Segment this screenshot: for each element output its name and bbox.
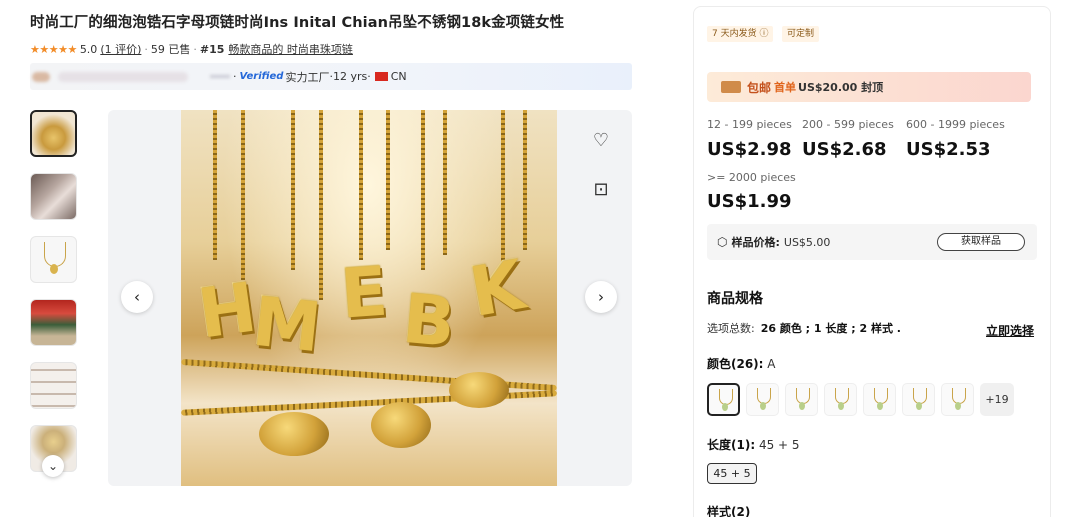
favorite-heart-icon[interactable]: ♡	[586, 125, 616, 155]
get-sample-button[interactable]: 获取样品	[937, 233, 1025, 251]
letter-pendant-k: K	[464, 246, 531, 333]
thumbnail-2[interactable]	[30, 173, 77, 220]
verified-badge: Verified	[239, 71, 284, 82]
meta-separator: ·	[367, 70, 371, 83]
tier-range: 600 - 1999 pieces	[906, 118, 1005, 131]
color-value: A	[767, 357, 776, 371]
supplier-type: 实力工厂	[285, 70, 330, 84]
rating-value: 5.0	[79, 42, 98, 56]
length-value: 45 + 5	[758, 438, 800, 452]
select-now-link[interactable]: 立即选择	[986, 322, 1034, 339]
necklace-chain	[291, 110, 295, 270]
color-attribute: 颜色(26): A	[707, 355, 776, 372]
necklace-chain	[443, 110, 447, 255]
color-swatch[interactable]	[707, 383, 740, 416]
promo-cap: US$20.00 封顶	[798, 81, 884, 94]
tier-range: 200 - 599 pieces	[802, 118, 894, 131]
necklace-chain	[386, 110, 390, 250]
meta-separator: ·	[233, 70, 237, 83]
options-total: 选项总数: 26 颜色 ; 1 长度 ; 2 样式 .	[707, 320, 901, 336]
thumbnail-4[interactable]	[30, 299, 77, 346]
rank-number: #15	[199, 42, 225, 56]
color-label: 颜色(26):	[707, 357, 764, 371]
meta-separator: ·	[193, 42, 197, 56]
free-shipping-label: 包邮	[747, 80, 772, 95]
shipping-promo-banner[interactable]: 包邮 首单 US$20.00 封顶	[707, 72, 1031, 102]
product-title: 时尚工厂的细泡泡锆石字母项链时尚Ins Inital Chian吊坠不锈钢18k…	[30, 15, 565, 31]
necklace-chain	[421, 110, 425, 270]
shipping-time-badge[interactable]: 7 天内发货 ⓘ	[707, 26, 774, 42]
cube-icon: ⬡	[717, 235, 728, 249]
thumbnail-3[interactable]	[30, 236, 77, 283]
length-attribute: 长度(1): 45 + 5	[707, 436, 800, 453]
style-label: 样式(2)	[707, 505, 751, 517]
tier-range: 12 - 199 pieces	[707, 118, 792, 131]
thumbnail-1[interactable]	[30, 110, 77, 157]
rank-link[interactable]: 畅款商品的 时尚串珠项链	[228, 41, 353, 57]
more-colors-button[interactable]: +19	[980, 383, 1014, 416]
meta-separator: ·	[144, 42, 148, 56]
supplier-years: 12 yrs	[332, 70, 368, 83]
necklace-chain	[319, 110, 323, 300]
prev-image-icon[interactable]: ‹	[121, 281, 153, 313]
color-swatch[interactable]	[902, 383, 935, 416]
supplier-logo	[32, 71, 50, 82]
necklace-chain	[213, 110, 217, 260]
sample-price-value: US$5.00	[783, 235, 831, 249]
customizable-badge: 可定制	[782, 26, 820, 42]
necklace-chain	[501, 110, 505, 265]
letter-pendant-e: E	[338, 252, 391, 335]
supplier-bar[interactable]: · Verified 实力工厂 · 12 yrs · CN	[30, 63, 632, 90]
china-flag-icon	[374, 72, 388, 81]
letter-pendant-m: M	[249, 282, 325, 369]
tier-price: US$1.99	[707, 191, 792, 212]
supplier-name-blurred	[210, 75, 230, 78]
sold-count: 59 已售	[150, 43, 191, 56]
necklace-chain	[523, 110, 527, 250]
rating-stars: ★★★★★	[30, 42, 77, 56]
image-search-icon[interactable]: ⊡	[586, 174, 616, 204]
thumbnails-scroll-down-icon[interactable]: ⌄	[42, 455, 64, 477]
letter-pendant-blurred	[371, 402, 431, 448]
color-swatch[interactable]	[863, 383, 896, 416]
tier-range: >= 2000 pieces	[707, 171, 796, 184]
options-value: 26 颜色 ; 1 长度 ; 2 样式 .	[760, 322, 901, 335]
tier-price: US$2.98	[707, 139, 792, 160]
length-option[interactable]: 45 + 5	[707, 463, 757, 484]
color-swatch[interactable]	[941, 383, 974, 416]
options-label: 选项总数:	[707, 322, 755, 335]
letter-pendant-blurred	[259, 412, 329, 456]
next-image-icon[interactable]: ›	[585, 281, 617, 313]
truck-icon	[721, 81, 741, 93]
color-swatch[interactable]	[824, 383, 857, 416]
thumbnail-5[interactable]	[30, 362, 77, 409]
letter-pendant-blurred	[449, 372, 509, 408]
supplier-name-blurred	[58, 71, 188, 82]
sample-price-label: 样品价格:	[731, 236, 780, 249]
specs-title: 商品规格	[707, 291, 763, 307]
first-order-label: 首单	[774, 81, 797, 94]
length-label: 长度(1):	[707, 438, 756, 452]
color-swatch[interactable]	[785, 383, 818, 416]
product-photo[interactable]: H M E B K	[181, 110, 557, 486]
supplier-country: CN	[390, 70, 407, 83]
necklace-chain	[359, 110, 363, 260]
necklace-chain	[241, 110, 245, 280]
rating-row: ★★★★★ 5.0 (1 评价) · 59 已售 · #15 畅款商品的 时尚串…	[30, 41, 353, 57]
reviews-link[interactable]: (1 评价)	[100, 41, 141, 57]
thumbnail-list	[30, 110, 78, 488]
style-attribute: 样式(2)	[707, 503, 750, 517]
color-swatch[interactable]	[746, 383, 779, 416]
tier-price: US$2.53	[906, 139, 991, 160]
tier-price: US$2.68	[802, 139, 887, 160]
letter-pendant-b: B	[399, 279, 459, 364]
